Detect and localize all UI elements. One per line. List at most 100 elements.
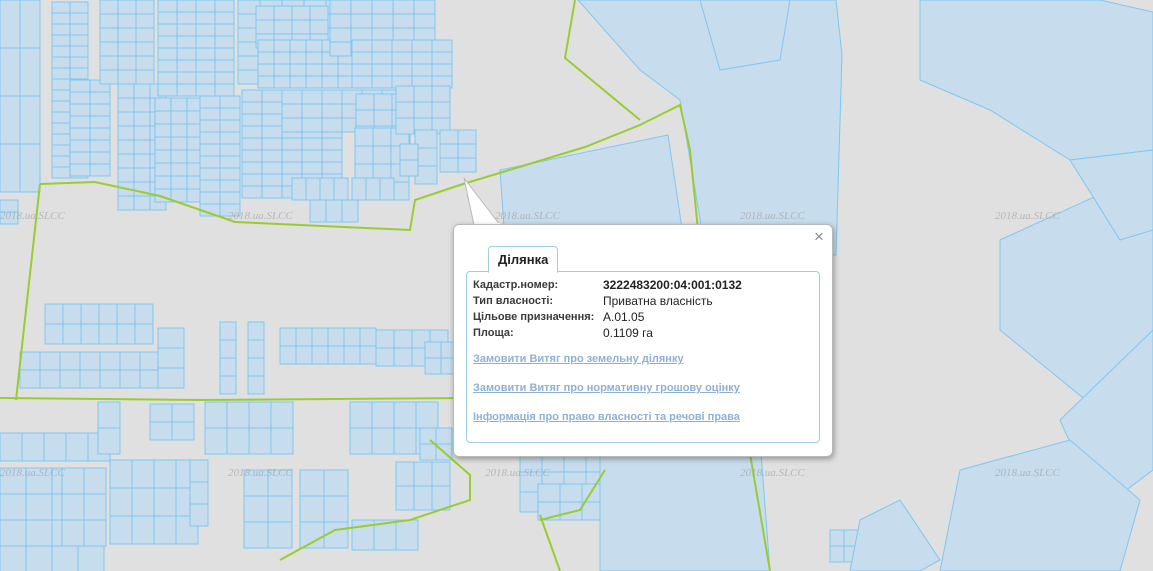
parcel[interactable] (431, 461, 451, 487)
parcel[interactable] (411, 39, 433, 53)
parcel[interactable] (219, 203, 241, 217)
parcel[interactable] (305, 63, 323, 77)
parcel[interactable] (135, 13, 155, 29)
parcel[interactable] (219, 119, 241, 133)
parcel[interactable] (413, 85, 433, 103)
parcel[interactable] (281, 89, 303, 105)
parcel[interactable] (393, 347, 413, 367)
parcel[interactable] (176, 83, 197, 97)
parcel[interactable] (343, 345, 361, 365)
parcel[interactable] (351, 75, 373, 89)
parcel[interactable] (243, 469, 269, 497)
parcel[interactable] (219, 143, 241, 157)
parcel[interactable] (195, 83, 216, 97)
parcel[interactable] (241, 161, 263, 175)
parcel[interactable] (829, 529, 845, 547)
parcel[interactable] (373, 93, 393, 111)
parcel[interactable] (154, 110, 172, 125)
parcel[interactable] (295, 327, 313, 347)
parcel[interactable] (247, 339, 265, 359)
parcel[interactable] (257, 75, 275, 89)
parcel[interactable] (351, 39, 373, 53)
parcel[interactable] (393, 329, 413, 349)
parcel[interactable] (351, 177, 367, 201)
parcel[interactable] (279, 345, 297, 365)
parcel[interactable] (157, 35, 178, 49)
parcel[interactable] (189, 503, 209, 527)
parcel[interactable] (154, 123, 172, 138)
parcel[interactable] (69, 1, 89, 14)
parcel[interactable] (89, 91, 111, 105)
parcel[interactable] (97, 427, 121, 455)
parcel[interactable] (199, 107, 221, 121)
parcel[interactable] (19, 0, 41, 49)
parcel[interactable] (154, 136, 172, 151)
parcel[interactable] (241, 149, 263, 163)
parcel[interactable] (89, 163, 111, 177)
parcel[interactable] (321, 149, 343, 163)
parcel[interactable] (273, 51, 291, 65)
parcel[interactable] (19, 95, 41, 145)
parcel[interactable] (79, 369, 101, 389)
parcel[interactable] (51, 78, 71, 91)
parcel[interactable] (391, 39, 413, 53)
parcel[interactable] (131, 487, 155, 517)
parcel[interactable] (261, 185, 283, 199)
parcel[interactable] (25, 519, 53, 547)
parcel[interactable] (69, 34, 89, 47)
parcel[interactable] (0, 432, 23, 462)
parcel[interactable] (413, 485, 433, 511)
parcel[interactable] (395, 485, 415, 511)
parcel[interactable] (299, 469, 325, 497)
parcel[interactable] (199, 95, 221, 109)
parcel[interactable] (61, 467, 85, 495)
parcel[interactable] (99, 0, 119, 15)
parcel[interactable] (170, 110, 188, 125)
parcel[interactable] (365, 177, 381, 201)
parcel[interactable] (241, 113, 263, 127)
parcel[interactable] (424, 341, 442, 359)
parcel[interactable] (204, 427, 228, 455)
parcel[interactable] (214, 59, 235, 73)
parcel[interactable] (351, 63, 373, 77)
parcel[interactable] (62, 323, 82, 345)
parcel[interactable] (0, 467, 27, 495)
parcel[interactable] (354, 127, 374, 147)
parcel[interactable] (241, 125, 263, 139)
parcel[interactable] (371, 75, 393, 89)
parcel[interactable] (51, 122, 71, 135)
parcel[interactable] (195, 35, 216, 49)
parcel[interactable] (375, 329, 395, 349)
parcel[interactable] (153, 459, 177, 489)
parcel[interactable] (99, 27, 119, 43)
tab-parcel[interactable]: Ділянка (488, 246, 559, 273)
parcel[interactable] (305, 39, 323, 53)
parcel[interactable] (291, 5, 311, 21)
parcel[interactable] (195, 11, 216, 25)
parcel[interactable] (349, 427, 373, 455)
parcel[interactable] (195, 0, 216, 13)
parcel[interactable] (419, 443, 437, 461)
parcel[interactable] (399, 159, 419, 177)
parcel[interactable] (83, 519, 107, 547)
parcel[interactable] (51, 23, 71, 36)
parcel[interactable] (176, 59, 197, 73)
parcel[interactable] (267, 521, 293, 549)
parcel[interactable] (267, 495, 293, 523)
parcel[interactable] (117, 13, 137, 29)
parcel[interactable] (255, 19, 275, 35)
parcel[interactable] (51, 34, 71, 47)
parcel[interactable] (199, 167, 221, 181)
parcel[interactable] (279, 327, 297, 347)
parcel[interactable] (321, 103, 343, 119)
parcel[interactable] (133, 111, 151, 127)
parcel[interactable] (281, 149, 303, 163)
parcel[interactable] (311, 345, 329, 365)
parcel[interactable] (117, 55, 137, 71)
parcel[interactable] (25, 493, 53, 521)
parcel[interactable] (319, 177, 335, 201)
field-parcel[interactable] (849, 499, 941, 571)
parcel[interactable] (281, 103, 303, 119)
parcel[interactable] (69, 12, 89, 25)
parcel[interactable] (171, 403, 195, 423)
